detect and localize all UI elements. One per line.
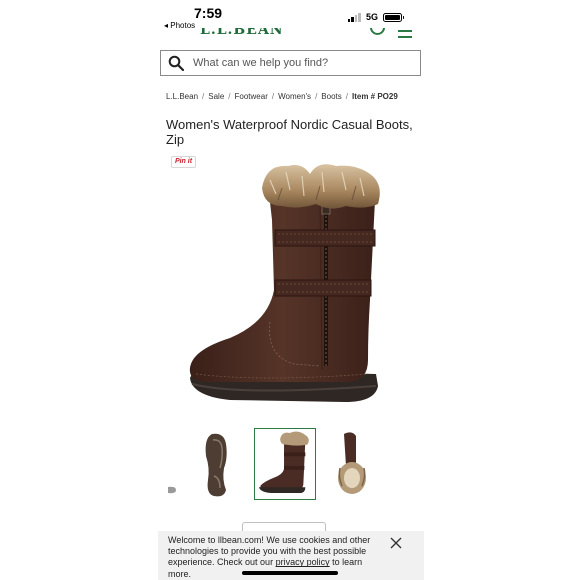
- close-icon[interactable]: [390, 537, 402, 549]
- thumbnail-sole-view[interactable]: [186, 428, 248, 500]
- home-indicator[interactable]: [242, 571, 338, 575]
- boot-back-icon: [338, 432, 366, 494]
- breadcrumb-item-number: Item # PO29: [352, 92, 398, 101]
- network-label: 5G: [365, 12, 378, 22]
- boot-sole-icon: [205, 433, 227, 497]
- breadcrumb-llbean[interactable]: L.L.Bean: [166, 92, 198, 101]
- breadcrumb-womens[interactable]: Women's: [278, 92, 311, 101]
- status-time: 7:59: [194, 5, 223, 21]
- site-header: L.L.BEAN: [158, 28, 424, 40]
- breadcrumb-boots[interactable]: Boots: [321, 92, 341, 101]
- breadcrumb-sale[interactable]: Sale: [208, 92, 224, 101]
- phone-screen: 7:59 ◂ Photos 5G L.L.BEAN What can we he…: [158, 0, 424, 580]
- status-indicators: 5G: [347, 12, 404, 22]
- menu-icon[interactable]: [398, 30, 412, 38]
- account-icon[interactable]: [370, 28, 385, 35]
- product-title: Women's Waterproof Nordic Casual Boots, …: [166, 117, 413, 147]
- thumbnail-partial[interactable]: [166, 484, 178, 496]
- llbean-logo[interactable]: L.L.BEAN: [200, 28, 284, 38]
- breadcrumb-footwear[interactable]: Footwear: [235, 92, 268, 101]
- boot-side-icon: [258, 431, 309, 494]
- search-icon: [168, 55, 184, 71]
- battery-icon: [383, 12, 404, 22]
- thumbnail-side-view[interactable]: [254, 428, 316, 500]
- breadcrumb: L.L.Bean / Sale / Footwear / Women's / B…: [166, 92, 398, 101]
- privacy-policy-link[interactable]: privacy policy: [276, 557, 330, 567]
- signal-icon: [347, 12, 361, 22]
- thumbnail-back-view[interactable]: [322, 428, 384, 500]
- product-main-image[interactable]: [170, 160, 410, 412]
- search-input[interactable]: What can we help you find?: [160, 50, 421, 76]
- search-placeholder: What can we help you find?: [193, 57, 329, 69]
